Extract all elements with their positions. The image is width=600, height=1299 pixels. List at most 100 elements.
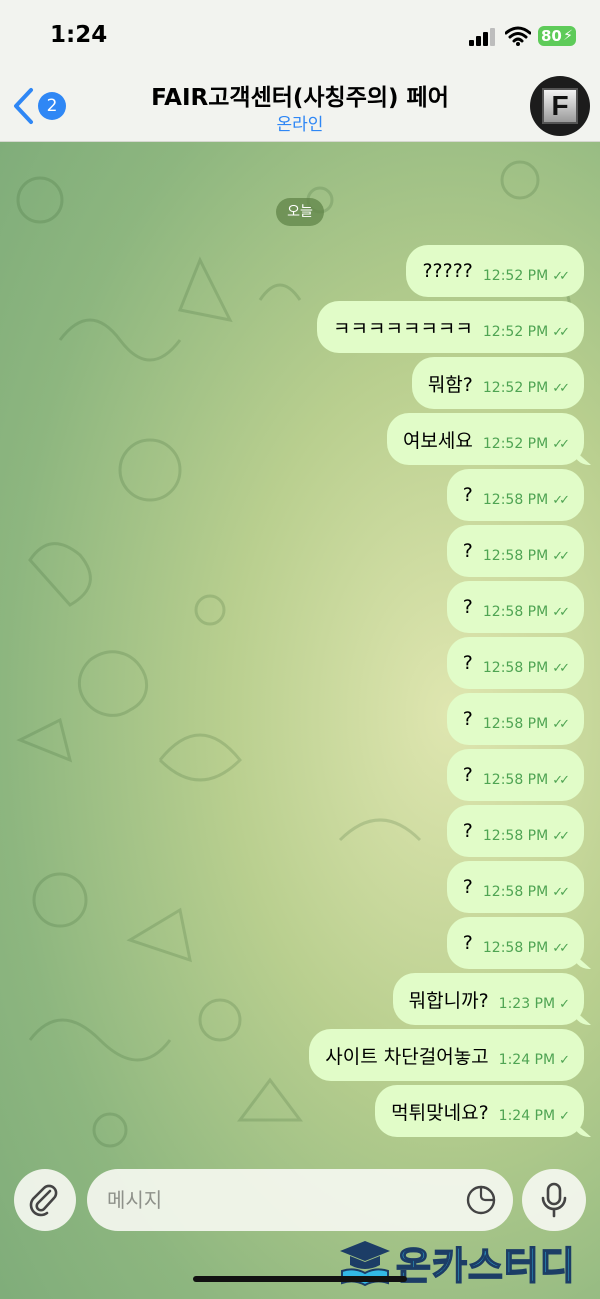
charging-icon: ⚡ [563,28,573,44]
message-bubble[interactable]: ? 12:58 PM ✓✓ [446,525,584,577]
microphone-button[interactable] [522,1169,586,1231]
message-meta: 1:24 PM ✓ [498,1042,570,1068]
message-bubble[interactable]: 여보세요 12:52 PM ✓✓ [386,413,584,465]
message-meta: 12:58 PM ✓✓ [482,594,570,620]
message-text: 사이트 차단걸어놓고 [325,1045,489,1068]
microphone-icon [541,1182,567,1218]
status-time: 1:24 [50,22,108,48]
message-bubble[interactable]: ? 12:58 PM ✓✓ [446,805,584,857]
contact-avatar[interactable]: F [530,76,590,136]
message-text: ? [462,764,473,786]
cellular-signal-icon [469,28,495,46]
message-text: ? [462,876,473,898]
message-meta: 12:58 PM ✓✓ [482,874,570,900]
double-check-icon: ✓✓ [552,717,570,732]
message-meta: 12:52 PM ✓✓ [482,370,570,396]
message-meta: 12:58 PM ✓✓ [482,650,570,676]
message-bubble[interactable]: ㅋㅋㅋㅋㅋㅋㅋㅋ 12:52 PM ✓✓ [317,301,584,353]
message-meta: 12:58 PM ✓✓ [483,930,570,956]
message-text: ㅋㅋㅋㅋㅋㅋㅋㅋ [333,317,473,340]
battery-indicator: 80 ⚡ [538,26,576,46]
message-meta: 12:58 PM ✓✓ [482,538,570,564]
double-check-icon: ✓✓ [552,493,570,508]
message-time: 12:58 PM [482,604,549,620]
sticker-icon[interactable] [465,1184,497,1216]
message-meta: 1:24 PM ✓ [498,1098,570,1124]
message-text: ????? [422,260,473,282]
message-time: 12:58 PM [482,884,549,900]
message-time: 12:58 PM [482,828,549,844]
message-text: ? [462,652,473,674]
message-text: ? [462,540,473,562]
double-check-icon: ✓✓ [552,885,570,900]
message-input[interactable] [107,1169,447,1231]
message-bubble[interactable]: ????? 12:52 PM ✓✓ [406,245,584,297]
message-time: 1:24 PM [498,1052,556,1068]
message-text: ? [462,820,473,842]
check-icon: ✓ [559,1053,570,1068]
message-bubble[interactable]: ? 12:58 PM ✓✓ [446,749,584,801]
message-text: ? [462,932,473,954]
message-meta: 12:52 PM ✓✓ [482,258,570,284]
message-bubble[interactable]: 먹튀맞네요? 1:24 PM ✓ [375,1085,584,1137]
message-bubble[interactable]: ? 12:58 PM ✓✓ [446,917,584,969]
double-check-icon: ✓✓ [552,381,570,396]
message-bubble[interactable]: ? 12:58 PM ✓✓ [446,861,584,913]
message-meta: 1:23 PM ✓ [498,986,570,1012]
message-time: 12:58 PM [482,548,549,564]
double-check-icon: ✓✓ [552,437,570,452]
message-bubble[interactable]: ? 12:58 PM ✓✓ [446,693,584,745]
message-meta: 12:58 PM ✓✓ [482,818,570,844]
check-icon: ✓ [559,997,570,1012]
message-text: 여보세요 [402,429,473,452]
message-time: 12:58 PM [482,492,549,508]
check-icon: ✓ [559,1109,570,1124]
double-check-icon: ✓✓ [552,941,570,956]
double-check-icon: ✓✓ [552,269,570,284]
message-bubble[interactable]: ? 12:58 PM ✓✓ [446,581,584,633]
battery-level: 80 [541,27,562,45]
chat-title[interactable]: FAIR고객센터(사칭주의) 페어 [100,78,500,112]
double-check-icon: ✓✓ [552,773,570,788]
message-bubble[interactable]: 뭐함? 12:52 PM ✓✓ [411,357,584,409]
message-bubble[interactable]: ? 12:58 PM ✓✓ [446,637,584,689]
message-time: 12:58 PM [482,772,549,788]
wifi-icon [505,26,531,46]
double-check-icon: ✓✓ [552,829,570,844]
date-separator: 오늘 [276,198,324,226]
watermark-text: 온카스터디 [395,1243,576,1289]
message-meta: 12:58 PM ✓✓ [482,482,570,508]
message-text: 뭐합니까? [408,989,489,1012]
chat-header: 2 FAIR고객센터(사칭주의) 페어 온라인 F [0,70,600,142]
message-meta: 12:58 PM ✓✓ [482,706,570,732]
avatar-letter: F [542,88,578,124]
message-time: 1:24 PM [498,1108,556,1124]
chevron-left-icon [14,88,33,124]
back-button[interactable]: 2 [10,86,70,126]
double-check-icon: ✓✓ [552,661,570,676]
attach-button[interactable] [14,1169,76,1231]
message-text: ? [462,596,473,618]
message-bubble[interactable]: 뭐합니까? 1:23 PM ✓ [392,973,584,1025]
chat-screen: 1:24 80 ⚡ 2 FAIR고객센터(사칭주의) 페어 온라인 F 오늘 ?… [0,0,600,1299]
message-input-field[interactable] [87,1169,513,1231]
message-text: ? [462,708,473,730]
message-text: 먹튀맞네요? [391,1101,489,1124]
message-time: 12:52 PM [482,268,549,284]
message-time: 12:52 PM [482,380,549,396]
message-time: 12:58 PM [482,716,549,732]
message-time: 1:23 PM [498,996,556,1012]
message-meta: 12:58 PM ✓✓ [482,762,570,788]
message-time: 12:58 PM [482,660,549,676]
message-bubble[interactable]: ? 12:58 PM ✓✓ [446,469,584,521]
message-text: 뭐함? [427,373,473,396]
status-bar: 1:24 80 ⚡ [0,0,600,70]
home-indicator [193,1276,407,1282]
chat-online-status: 온라인 [276,115,324,135]
double-check-icon: ✓✓ [552,325,570,340]
message-time: 12:52 PM [482,436,549,452]
message-bubble[interactable]: 사이트 차단걸어놓고 1:24 PM ✓ [309,1029,584,1081]
message-meta: 12:52 PM ✓✓ [483,314,570,340]
double-check-icon: ✓✓ [552,605,570,620]
unread-count-badge: 2 [38,92,66,120]
